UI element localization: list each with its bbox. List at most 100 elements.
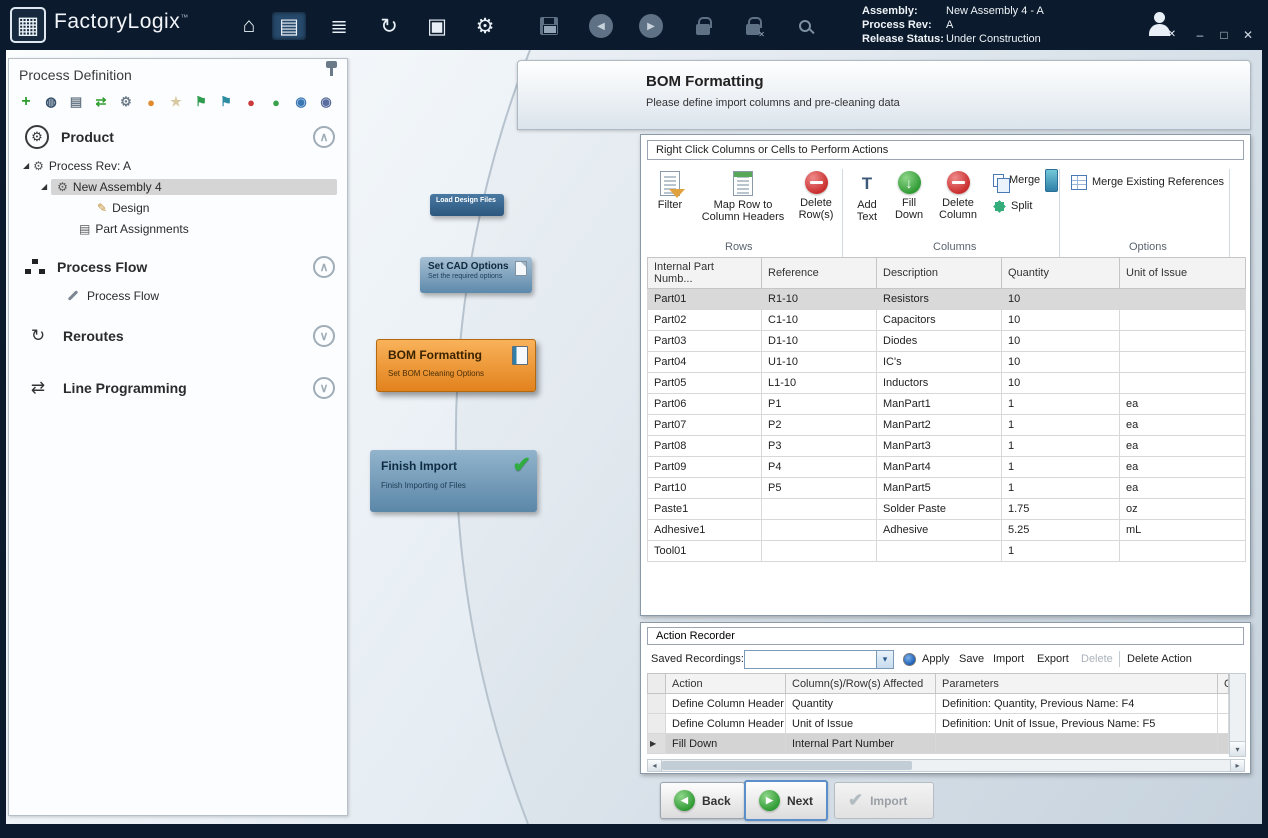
unlock-icon[interactable]	[736, 12, 770, 40]
bom-column-header[interactable]: Quantity	[1002, 258, 1120, 289]
bom-table-row[interactable]: Adhesive1 Adhesive 5.25 mL	[648, 520, 1246, 541]
sidebar-tool-icon[interactable]: ⚑	[192, 93, 210, 111]
expander-icon[interactable]: ◢	[23, 161, 29, 170]
sidebar-tool-icon[interactable]: ◉	[292, 93, 310, 111]
sidebar-tool-icon[interactable]: ●	[242, 93, 260, 111]
next-button[interactable]: ▶ Next	[744, 780, 828, 821]
back-button[interactable]: ◀ Back	[660, 782, 745, 819]
apply-label[interactable]: Apply	[922, 653, 950, 665]
sidebar-tool-icon[interactable]: ⚑	[217, 93, 235, 111]
tree-item-design[interactable]: ✎ Design	[9, 197, 347, 218]
collapse-up-icon[interactable]: ∧	[313, 126, 335, 148]
bom-column-header[interactable]: Internal Part Numb...	[648, 258, 762, 289]
logout-user-icon[interactable]: ✕	[1146, 12, 1174, 38]
vertical-scrollbar[interactable]: ▾	[1229, 673, 1246, 757]
delete-rows-button[interactable]: Delete Row(s)	[793, 171, 839, 222]
recorder-table-row[interactable]: Define Column Header Unit of Issue Defin…	[648, 714, 1229, 734]
merge-existing-references-button[interactable]: Merge Existing References	[1071, 171, 1224, 193]
recorder-column-header[interactable]: C	[1218, 674, 1229, 694]
sidebar-tool-icon[interactable]: ⇄	[92, 93, 110, 111]
step-set-cad-options[interactable]: Set CAD Options Set the required options	[420, 257, 532, 293]
process-definition-icon[interactable]: ▤	[272, 12, 306, 40]
bom-table-row[interactable]: Part09 P4 ManPart4 1 ea	[648, 457, 1246, 478]
export-recording-button[interactable]: Export	[1037, 653, 1069, 665]
tree-item-process-flow[interactable]: Process Flow	[9, 285, 347, 306]
expander-icon[interactable]: ◢	[41, 182, 47, 191]
recorder-column-header[interactable]: Action	[666, 674, 786, 694]
bom-table-row[interactable]: Paste1 Solder Paste 1.75 oz	[648, 499, 1246, 520]
close-button[interactable]: ✕	[1238, 26, 1258, 44]
fill-down-button[interactable]: ↓ Fill Down	[889, 171, 929, 222]
sidebar-tool-icon[interactable]: ▤	[67, 93, 85, 111]
recorder-column-header[interactable]	[648, 674, 666, 694]
filter-button[interactable]: Filter	[647, 171, 693, 211]
map-row-button[interactable]: Map Row to Column Headers	[695, 171, 791, 224]
bom-table-row[interactable]: Part01 R1-10 Resistors 10	[648, 289, 1246, 310]
bom-table-row[interactable]: Part03 D1-10 Diodes 10	[648, 331, 1246, 352]
apply-radio[interactable]	[903, 653, 916, 666]
bom-table-row[interactable]: Part10 P5 ManPart5 1 ea	[648, 478, 1246, 499]
scrollbar-thumb[interactable]	[662, 761, 912, 770]
chevron-down-icon[interactable]: ▾	[876, 651, 893, 668]
horizontal-scrollbar[interactable]: ◂ ▸	[647, 759, 1245, 772]
lock-icon[interactable]	[686, 12, 720, 40]
tree-item-part-assignments[interactable]: ▤ Part Assignments	[9, 218, 347, 239]
delete-recording-button[interactable]: Delete	[1081, 653, 1113, 665]
bom-column-header[interactable]: Reference	[762, 258, 877, 289]
scroll-down-icon[interactable]: ▾	[1230, 741, 1245, 756]
expand-down-icon[interactable]: ∨	[313, 377, 335, 399]
home-icon[interactable]: ⌂	[232, 12, 266, 40]
bom-table-row[interactable]: Part08 P3 ManPart3 1 ea	[648, 436, 1246, 457]
saved-recordings-dropdown[interactable]: ▾	[744, 650, 894, 669]
bom-column-header[interactable]: Description	[877, 258, 1002, 289]
maximize-button[interactable]: □	[1214, 26, 1234, 44]
tree-section-process-flow[interactable]: Process Flow ∧	[9, 249, 347, 285]
back-nav-icon[interactable]: ◀	[584, 12, 618, 40]
selected-highlight[interactable]: ⚙ New Assembly 4	[51, 179, 337, 195]
bom-table-row[interactable]: Part06 P1 ManPart1 1 ea	[648, 394, 1246, 415]
sidebar-tool-icon[interactable]: ⚙	[117, 93, 135, 111]
bom-table-row[interactable]: Part04 U1-10 IC's 10	[648, 352, 1246, 373]
sidebar-tool-icon[interactable]: ★	[167, 93, 185, 111]
scroll-right-icon[interactable]: ▸	[1230, 760, 1244, 771]
import-recording-button[interactable]: Import	[993, 653, 1024, 665]
bom-table-row[interactable]: Tool01 1	[648, 541, 1246, 562]
sidebar-tool-icon[interactable]: ●	[267, 93, 285, 111]
split-button[interactable]: Split	[993, 195, 1032, 217]
scroll-left-icon[interactable]: ◂	[648, 760, 662, 771]
pin-icon[interactable]	[330, 67, 333, 76]
documents-icon[interactable]: ▣	[420, 12, 454, 40]
save-icon[interactable]	[532, 12, 566, 40]
tree-section-reroutes[interactable]: ↻ Reroutes ∨	[9, 318, 347, 354]
add-text-button[interactable]: T Add Text	[847, 171, 887, 224]
forward-nav-icon[interactable]: ▶	[634, 12, 668, 40]
recorder-column-header[interactable]: Column(s)/Row(s) Affected	[786, 674, 936, 694]
search-report-icon[interactable]	[788, 12, 822, 40]
recorder-table-row[interactable]: ▶ Fill Down Internal Part Number	[648, 734, 1229, 754]
expand-down-icon[interactable]: ∨	[313, 325, 335, 347]
save-recording-button[interactable]: Save	[959, 653, 984, 665]
step-finish-import[interactable]: Finish Import Finish Importing of Files …	[370, 450, 537, 512]
delete-column-button[interactable]: Delete Column	[931, 171, 985, 222]
bom-table-row[interactable]: Part07 P2 ManPart2 1 ea	[648, 415, 1246, 436]
batch-icon[interactable]: ≣	[322, 12, 356, 40]
recorder-table-row[interactable]: Define Column Header Quantity Definition…	[648, 694, 1229, 714]
settings-gear-icon[interactable]: ⚙	[468, 12, 502, 40]
merge-button[interactable]: Merge	[993, 169, 1040, 191]
minimize-button[interactable]: –	[1190, 26, 1210, 44]
sync-icon[interactable]: ↻	[372, 12, 406, 40]
tree-section-product[interactable]: ⚙ Product ∧	[9, 119, 347, 155]
bom-column-header[interactable]: Unit of Issue	[1120, 258, 1246, 289]
bom-table-row[interactable]: Part02 C1-10 Capacitors 10	[648, 310, 1246, 331]
tree-section-line-programming[interactable]: ⇄ Line Programming ∨	[9, 370, 347, 406]
notebook-icon[interactable]	[1045, 169, 1058, 192]
sidebar-tool-icon[interactable]: +	[17, 93, 35, 111]
sidebar-tool-icon[interactable]: ●	[142, 93, 160, 111]
step-load-design-files[interactable]: Load Design Files	[430, 194, 504, 216]
recorder-column-header[interactable]: Parameters	[936, 674, 1218, 694]
sidebar-tool-icon[interactable]: ◍	[42, 93, 60, 111]
bom-table-row[interactable]: Part05 L1-10 Inductors 10	[648, 373, 1246, 394]
step-bom-formatting[interactable]: BOM Formatting Set BOM Cleaning Options	[376, 339, 536, 392]
import-button[interactable]: ✔ Import	[834, 782, 934, 819]
delete-action-button[interactable]: Delete Action	[1127, 653, 1192, 665]
